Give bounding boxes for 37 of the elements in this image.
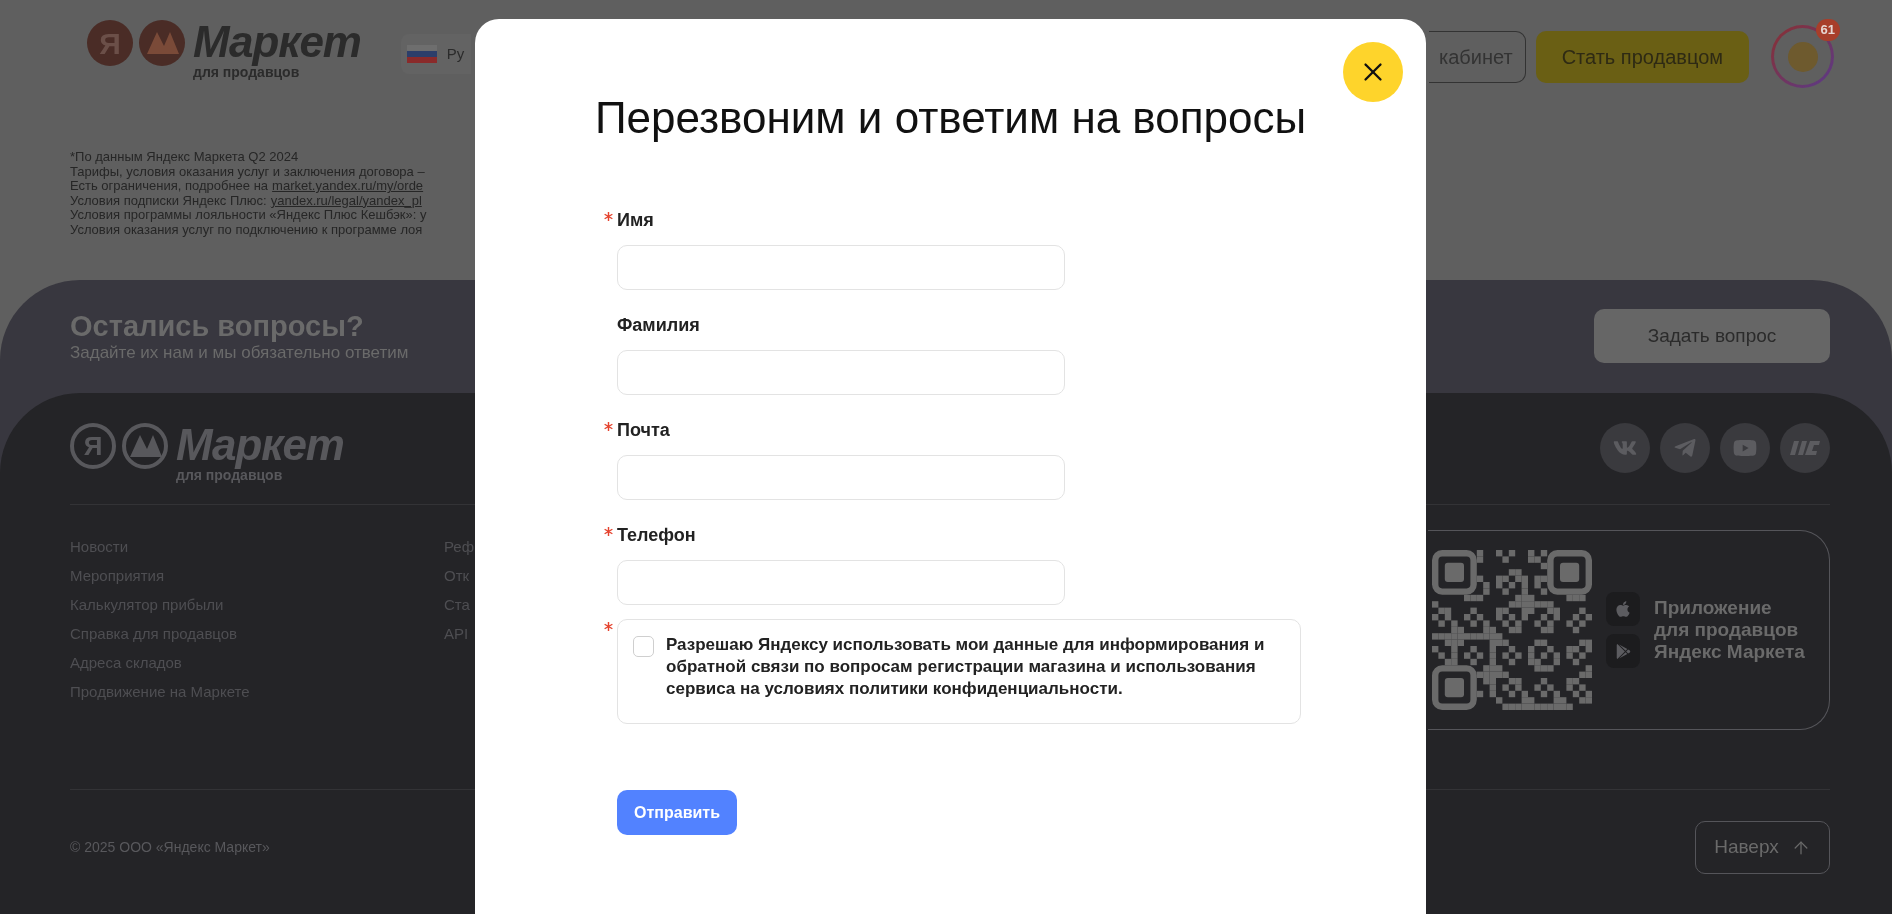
play-icon[interactable] xyxy=(1606,634,1640,668)
logo-icon xyxy=(139,20,185,66)
text-field[interactable] xyxy=(617,455,1065,500)
consent-text: Разрешаю Яндексу использовать мои данные для информирования и обратной связи по вопросам регистрации магазина и использования сервиса на условиях политики конфиденциальности. xyxy=(666,634,1266,700)
apple-icon[interactable] xyxy=(1606,592,1640,626)
back-to-top-button[interactable]: Наверх xyxy=(1695,821,1830,874)
telegram-icon[interactable] xyxy=(1660,423,1710,473)
close-button[interactable] xyxy=(1343,42,1403,102)
ask-question-button[interactable]: Задать вопрос xyxy=(1594,309,1830,363)
language-selector[interactable]: Ру xyxy=(400,34,471,74)
field-label: Почта xyxy=(617,419,670,441)
language-label: Ру xyxy=(446,43,465,64)
disclaimer-text: Условия подписки Яндекс Плюс: xyxy=(70,193,267,208)
consent-checkbox[interactable] xyxy=(633,636,654,657)
disclaimer-text: Условия программы лояльности «Яндекс Плюс Кешбэк»: у xyxy=(70,208,427,223)
youtube-icon[interactable] xyxy=(1720,423,1770,473)
text-field[interactable] xyxy=(617,560,1065,605)
app-promo-text: Приложение для продавцов Яндекс Маркета xyxy=(1654,597,1805,663)
text-field[interactable] xyxy=(617,245,1065,290)
field-label: Имя xyxy=(617,209,654,231)
logo-icon xyxy=(122,423,168,469)
russia-flag-icon xyxy=(406,45,437,63)
become-seller-button[interactable]: Стать продавцом xyxy=(1535,30,1749,83)
field-label: Фамилия xyxy=(617,314,700,336)
dialog-title: Перезвоним и ответим на вопросы xyxy=(593,92,1308,144)
disclaimer-link[interactable]: yandex.ru/legal/yandex_pl xyxy=(270,193,422,208)
disclaimer-text: *По данным Яндекс Маркета Q2 2024 xyxy=(70,150,299,165)
field-label: Телефон xyxy=(617,524,696,546)
disclaimer-text: Условия оказания услуг по подключению к программе лоя xyxy=(70,222,423,237)
brand-icon[interactable] xyxy=(1780,423,1830,473)
text-field[interactable] xyxy=(617,350,1065,395)
disclaimer-text: Тарифы, условия оказания услуг и заключения договора – xyxy=(70,164,425,179)
disclaimer-text: Есть ограничения, подробнее на xyxy=(70,179,269,194)
vk-icon[interactable] xyxy=(1600,423,1650,473)
notification-badge: 61 xyxy=(1815,19,1840,41)
disclaimer-link[interactable]: market.yandex.ru/my/orde xyxy=(272,179,424,194)
submit-button[interactable]: Отправить xyxy=(617,790,737,835)
